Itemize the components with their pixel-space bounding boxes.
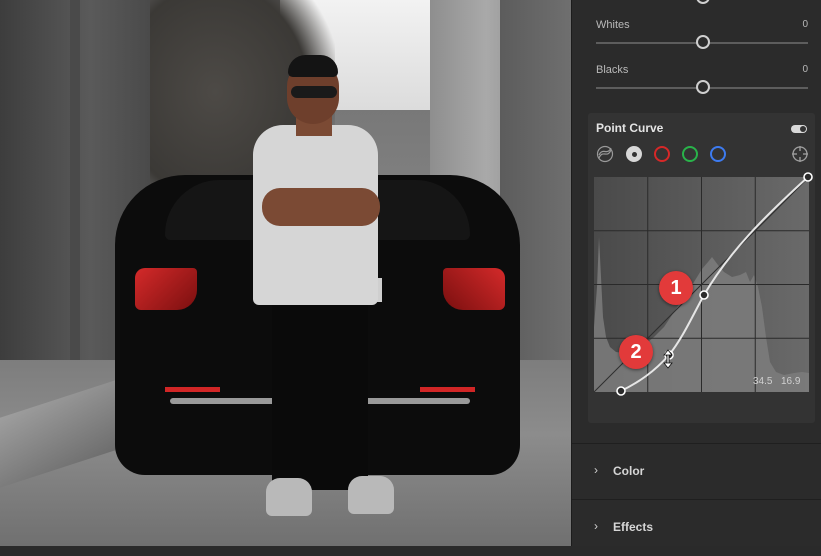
person-hair [288,55,338,77]
rgb-channel-dot [631,151,637,157]
point-curve-card: Point Curve 34.5 16.9 [588,113,815,423]
tail-light-right [443,268,505,310]
street-pole [70,0,80,365]
target-adjust-icon[interactable] [791,145,809,163]
curve-point-black[interactable] [616,386,626,396]
color-section-label: Color [613,464,645,478]
curve-point-1[interactable] [699,290,709,300]
curve-point-white[interactable] [803,172,813,182]
reflector-left [165,387,220,392]
green-channel-button[interactable] [682,146,698,162]
slider-row-partial [596,0,808,4]
tail-light-left [135,268,197,310]
person-crossed-arms [262,188,380,226]
annotation-badge-1: 1 [659,271,693,305]
point-curve-title: Point Curve [596,121,664,135]
effects-section-header[interactable]: › Effects [572,499,821,556]
person-trousers [272,295,368,490]
chevron-right-icon: › [594,463,598,477]
color-section-header[interactable]: › Color [572,443,821,500]
chevron-right-icon: › [594,519,598,533]
photo-preview [0,0,571,546]
blacks-value[interactable]: 0 [802,64,808,75]
red-channel-button[interactable] [654,146,670,162]
whites-label: Whites [596,19,630,31]
shoe-left [266,478,312,516]
curve-readout-input: 34.5 [753,376,773,387]
reflector-right [420,387,475,392]
whites-value[interactable]: 0 [802,19,808,30]
slider-thumb-partial[interactable] [696,0,710,4]
blacks-thumb[interactable] [696,80,710,94]
effects-section-label: Effects [613,520,654,534]
edit-panel: Whites 0 Blacks 0 Point Curve 34.5 16.9 … [571,0,821,546]
parametric-curve-icon[interactable] [596,145,614,163]
whites-slider-row: Whites 0 [596,19,808,53]
curve-readout-output: 16.9 [781,376,801,387]
shoe-right [348,476,394,514]
blacks-slider-row: Blacks 0 [596,64,808,98]
blacks-label: Blacks [596,64,629,76]
blue-channel-button[interactable] [710,146,726,162]
rgb-channel-button[interactable] [626,146,642,162]
point-curve-toggle[interactable] [791,125,807,133]
whites-thumb[interactable] [696,35,710,49]
annotation-badge-2: 2 [619,335,653,369]
sunglasses [291,86,337,98]
